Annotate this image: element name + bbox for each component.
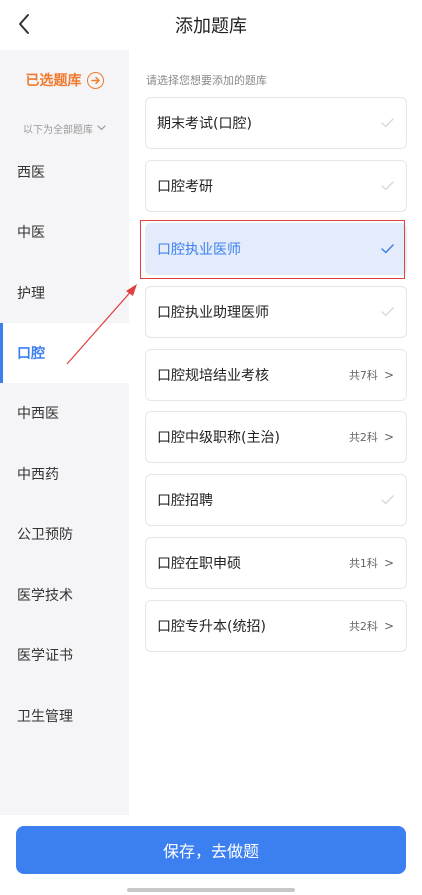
exam-bank-card[interactable]: 口腔专升本(统招) 共2科 >: [145, 600, 407, 652]
sidebar-item-public-health[interactable]: 公卫预防: [0, 504, 129, 564]
sidebar-item-label: 卫生管理: [17, 709, 73, 725]
sidebar-item-integrated-medicine[interactable]: 中西医: [0, 383, 129, 443]
selection-hint: 请选择您想要添加的题库: [146, 74, 267, 87]
check-icon: [381, 244, 394, 254]
chevron-right-icon: >: [383, 619, 394, 633]
exam-bank-label: 口腔执业助理医师: [157, 305, 269, 321]
all-library-toggle[interactable]: 以下为全部题库: [0, 120, 129, 136]
check-icon: [381, 495, 394, 505]
header: 添加题库: [0, 0, 422, 50]
sidebar-item-label: 医学技术: [17, 588, 73, 604]
exam-bank-card-selected[interactable]: 口腔执业医师: [145, 223, 407, 275]
all-library-label: 以下为全部题库: [23, 124, 93, 136]
sidebar-item-label: 护理: [17, 286, 45, 302]
sidebar-item-chinese-medicine[interactable]: 中医: [0, 202, 129, 262]
chevron-right-icon: >: [383, 430, 394, 444]
sidebar-item-integrated-pharmacy[interactable]: 中西药: [0, 444, 129, 504]
sidebar-item-label: 口腔: [17, 346, 45, 362]
exam-bank-label: 口腔规培结业考核: [157, 368, 269, 384]
exam-bank-card[interactable]: 口腔中级职称(主治) 共2科 >: [145, 411, 407, 463]
exam-bank-label: 口腔考研: [157, 179, 213, 195]
sidebar-item-label: 西医: [17, 165, 45, 181]
chevron-right-icon: >: [383, 556, 394, 570]
chevron-down-icon: [97, 125, 106, 131]
sidebar-item-medical-certificate[interactable]: 医学证书: [0, 625, 129, 685]
sidebar-item-label: 中医: [17, 225, 45, 241]
check-icon: [381, 181, 394, 191]
sidebar-item-dental[interactable]: 口腔: [0, 323, 129, 383]
exam-bank-label: 口腔在职申硕: [157, 556, 241, 572]
exam-bank-card[interactable]: 口腔考研: [145, 160, 407, 212]
exam-bank-card[interactable]: 口腔规培结业考核 共7科 >: [145, 349, 407, 401]
page-title: 添加题库: [175, 16, 247, 37]
subject-count: 共1科: [348, 557, 378, 570]
exam-bank-card[interactable]: 口腔招聘: [145, 474, 407, 526]
save-button[interactable]: 保存，去做题: [16, 826, 406, 874]
exam-bank-card[interactable]: 口腔执业助理医师: [145, 286, 407, 338]
sidebar-item-label: 中西药: [17, 467, 59, 483]
subject-count: 共2科: [348, 620, 378, 633]
chevron-right-icon: >: [383, 368, 394, 382]
sidebar-item-health-management[interactable]: 卫生管理: [0, 686, 129, 746]
exam-bank-card[interactable]: 期末考试(口腔): [145, 97, 407, 149]
subject-count: 共2科: [348, 431, 378, 444]
sidebar-item-label: 中西医: [17, 406, 59, 422]
selected-library-link[interactable]: 已选题库: [0, 68, 129, 92]
sidebar-item-medical-technology[interactable]: 医学技术: [0, 565, 129, 625]
home-indicator: [127, 888, 295, 892]
exam-bank-label: 口腔招聘: [157, 493, 213, 509]
page: 添加题库 已选题库 以下为全部题库 西医 中医 护理 口腔 中西医 中西药 公卫…: [0, 0, 422, 895]
check-icon: [381, 118, 394, 128]
selected-library-label: 已选题库: [25, 73, 82, 89]
exam-bank-label: 口腔中级职称(主治): [157, 430, 280, 446]
sidebar: 已选题库 以下为全部题库 西医 中医 护理 口腔 中西医 中西药 公卫预防 医学…: [0, 50, 129, 815]
sidebar-item-label: 公卫预防: [17, 527, 73, 543]
check-icon: [381, 307, 394, 317]
exam-bank-label: 口腔执业医师: [157, 242, 241, 258]
subject-count: 共7科: [348, 369, 378, 382]
exam-bank-label: 期末考试(口腔): [157, 116, 252, 132]
exam-bank-card[interactable]: 口腔在职申硕 共1科 >: [145, 537, 407, 589]
sidebar-item-western-medicine[interactable]: 西医: [0, 142, 129, 202]
exam-bank-label: 口腔专升本(统招): [157, 619, 266, 635]
sidebar-item-label: 医学证书: [17, 648, 73, 664]
arrow-right-circle-icon: [86, 71, 104, 89]
sidebar-item-nursing[interactable]: 护理: [0, 263, 129, 323]
